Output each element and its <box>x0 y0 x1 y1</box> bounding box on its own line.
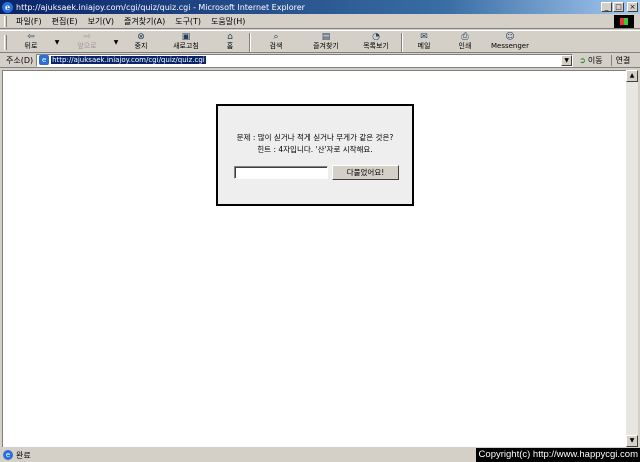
forward-arrow-icon: ⇨ <box>83 32 91 42</box>
menu-file[interactable]: 파일(F) <box>11 16 47 27</box>
address-dropdown-button[interactable]: ▼ <box>561 54 573 66</box>
links-button[interactable]: 연결 <box>610 54 630 66</box>
favorites-label: 즐겨찾기 <box>313 42 339 50</box>
refresh-button[interactable]: ▣ 새로고침 <box>161 31 211 53</box>
back-label: 뒤로 <box>24 42 38 50</box>
maximize-button[interactable]: □ <box>613 2 624 12</box>
page-done-icon: e <box>3 450 13 460</box>
search-label: 검색 <box>269 42 283 50</box>
ie-logo-icon: e <box>2 1 13 13</box>
favorites-button[interactable]: ▤ 즐겨찾기 <box>301 31 351 53</box>
arrow-up-icon: ▲ <box>629 72 635 79</box>
menu-help[interactable]: 도움말(H) <box>206 16 250 27</box>
window-title: http://ajuksaek.iniajoy.com/cgi/quiz/qui… <box>16 2 305 12</box>
title-bar: e http://ajuksaek.iniajoy.com/cgi/quiz/q… <box>0 0 640 14</box>
back-dropdown[interactable]: ▼ <box>51 31 63 53</box>
history-icon: ◔ <box>372 32 380 42</box>
address-url: http://ajuksaek.iniajoy.com/cgi/quiz/qui… <box>51 56 206 64</box>
refresh-icon: ▣ <box>181 32 191 42</box>
favorites-folder-icon: ▤ <box>321 32 331 42</box>
submit-button[interactable]: 다풀었어요! <box>332 165 399 180</box>
print-label: 인쇄 <box>458 42 472 50</box>
mail-icon: ✉ <box>420 32 428 42</box>
messenger-buddy-icon: ☺ <box>505 32 515 42</box>
go-button[interactable]: ➲ 이동 <box>579 55 602 66</box>
search-button[interactable]: ⌕ 검색 <box>251 31 301 53</box>
window-controls: _ □ × <box>601 2 638 12</box>
address-label: 주소(D) <box>6 55 34 65</box>
history-button[interactable]: ◔ 목록보기 <box>351 31 401 53</box>
toolbar-grip <box>4 35 7 50</box>
back-arrow-icon: ⇦ <box>27 32 35 42</box>
menu-tools[interactable]: 도구(T) <box>170 16 206 27</box>
menu-edit[interactable]: 편집(E) <box>47 16 83 27</box>
print-button[interactable]: ⎙ 인쇄 <box>445 31 485 53</box>
scroll-up-button[interactable]: ▲ <box>626 70 638 82</box>
menu-bar: 파일(F) 편집(E) 보기(V) 즐겨찾기(A) 도구(T) 도움말(H) <box>0 14 640 29</box>
refresh-label: 새로고침 <box>173 42 199 50</box>
home-icon: ⌂ <box>227 32 233 42</box>
forward-label: 앞으로 <box>77 42 97 50</box>
quiz-hint: 힌트 : 4자입니다. '산'자로 시작해요. <box>257 145 373 154</box>
chevron-down-icon: ▼ <box>564 56 569 64</box>
chevron-down-icon: ▼ <box>54 39 60 46</box>
forward-button[interactable]: ⇨ 앞으로 <box>63 31 111 53</box>
back-button[interactable]: ⇦ 뒤로 <box>11 31 51 53</box>
home-label: 홈 <box>226 42 234 50</box>
stop-icon: ⊗ <box>137 32 145 42</box>
scroll-down-button[interactable]: ▼ <box>626 435 638 447</box>
history-label: 목록보기 <box>363 42 389 50</box>
forward-dropdown[interactable]: ▼ <box>111 31 121 53</box>
stop-label: 중지 <box>134 42 148 50</box>
address-bar: 주소(D) e http://ajuksaek.iniajoy.com/cgi/… <box>0 53 640 68</box>
menu-view[interactable]: 보기(V) <box>83 16 119 27</box>
close-button[interactable]: × <box>627 2 638 12</box>
mail-button[interactable]: ✉ 메일 <box>403 31 445 53</box>
copyright-banner: Copyright(c) http://www.happycgi.com <box>475 448 640 462</box>
chevron-down-icon: ▼ <box>113 39 119 46</box>
status-text: 완료 <box>16 450 31 460</box>
stop-button[interactable]: ⊗ 중지 <box>121 31 161 53</box>
windows-logo-icon <box>614 15 634 28</box>
menu-favorites[interactable]: 즐겨찾기(A) <box>119 16 170 27</box>
vertical-scrollbar[interactable]: ▲ ▼ <box>626 70 638 447</box>
quiz-question: 문제 : 많이 싣거나 적게 싣거나 무게가 같은 것은? <box>236 133 394 142</box>
status-bar: e 완료 Copyright(c) http://www.happycgi.co… <box>0 448 640 462</box>
printer-icon: ⎙ <box>461 32 469 42</box>
search-icon: ⌕ <box>273 32 279 42</box>
home-button[interactable]: ⌂ 홈 <box>211 31 249 53</box>
page-icon: e <box>39 55 50 65</box>
go-label: 이동 <box>587 55 603 65</box>
messenger-button[interactable]: ☺ Messenger <box>485 31 535 53</box>
quiz-panel: 문제 : 많이 싣거나 적게 싣거나 무게가 같은 것은? 힌트 : 4자입니다… <box>216 104 414 206</box>
mail-label: 메일 <box>417 42 431 50</box>
go-arrow-icon: ➲ <box>579 55 586 65</box>
standard-toolbar: ⇦ 뒤로 ▼ ⇨ 앞으로 ▼ ⊗ 중지 ▣ 새로고침 ⌂ 홈 ⌕ 검색 ▤ 즐겨… <box>0 30 640 53</box>
minimize-button[interactable]: _ <box>601 2 612 12</box>
menu-grip <box>4 15 7 27</box>
answer-input[interactable] <box>234 166 328 179</box>
arrow-down-icon: ▼ <box>629 437 635 444</box>
messenger-label: Messenger <box>490 42 529 50</box>
address-input[interactable]: e http://ajuksaek.iniajoy.com/cgi/quiz/q… <box>36 53 574 67</box>
